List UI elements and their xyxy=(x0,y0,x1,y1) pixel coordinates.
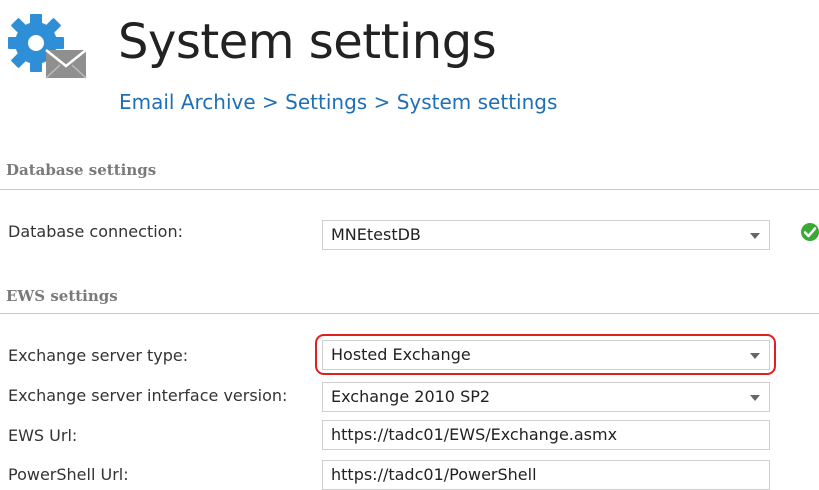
gear-envelope-icon xyxy=(8,12,90,82)
chevron-down-icon xyxy=(750,395,760,401)
powershell-url-label: PowerShell Url: xyxy=(8,465,129,484)
section-header-ews-settings: EWS settings xyxy=(6,287,118,305)
section-header-database-settings: Database settings xyxy=(6,161,157,179)
section-divider xyxy=(0,313,819,314)
exchange-interface-version-label: Exchange server interface version: xyxy=(8,386,288,405)
breadcrumb-settings[interactable]: Settings xyxy=(285,90,367,114)
exchange-interface-version-select[interactable]: Exchange 2010 SP2 xyxy=(322,382,770,412)
page-title: System settings xyxy=(118,14,497,70)
ews-url-input[interactable]: https://tadc01/EWS/Exchange.asmx xyxy=(322,420,770,450)
exchange-server-type-label: Exchange server type: xyxy=(8,346,189,365)
section-divider xyxy=(0,189,819,190)
breadcrumb-email-archive[interactable]: Email Archive xyxy=(119,90,256,114)
database-connection-value: MNEtestDB xyxy=(331,225,421,244)
database-connection-label: Database connection: xyxy=(8,222,183,241)
breadcrumb-separator: > xyxy=(373,90,397,114)
breadcrumb-system-settings[interactable]: System settings xyxy=(397,90,558,114)
breadcrumb: Email Archive > Settings > System settin… xyxy=(119,90,557,114)
ews-url-label: EWS Url: xyxy=(8,426,78,445)
breadcrumb-separator: > xyxy=(262,90,286,114)
check-circle-icon xyxy=(800,222,819,242)
exchange-interface-version-value: Exchange 2010 SP2 xyxy=(331,387,491,406)
highlight-annotation xyxy=(315,334,776,375)
chevron-down-icon xyxy=(750,233,760,239)
database-connection-select[interactable]: MNEtestDB xyxy=(322,220,770,250)
